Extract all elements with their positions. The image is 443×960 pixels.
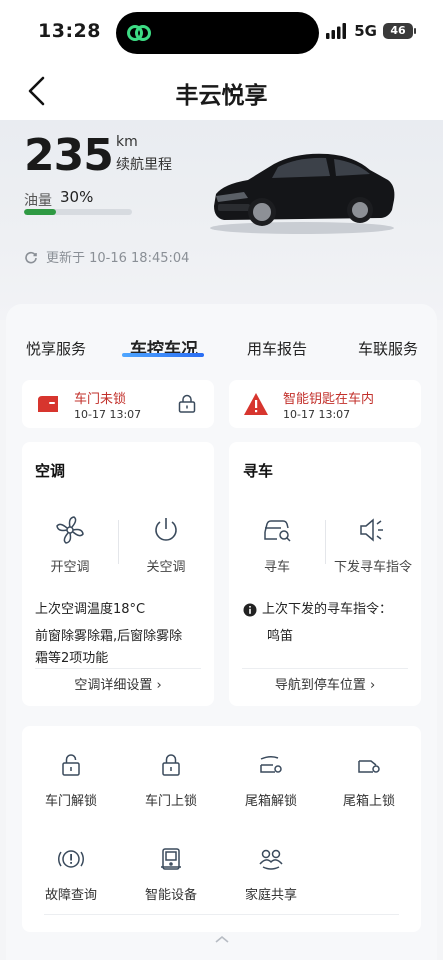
info-icon <box>243 603 257 617</box>
device-icon <box>161 848 181 870</box>
fuel-value: 30% <box>60 188 94 206</box>
door-alert-title: 车门未锁 <box>74 392 127 407</box>
send-find-command-label: 下发寻车指令 <box>333 560 412 575</box>
trunk-lock-label: 尾箱上锁 <box>342 794 395 809</box>
key-alert-title: 智能钥匙在车内 <box>283 392 375 407</box>
divider <box>325 520 326 564</box>
update-row[interactable]: 更新于 10-16 18:45:04 <box>24 247 189 266</box>
warning-icon <box>244 393 268 415</box>
car-door-icon <box>38 396 58 412</box>
fuel-bar-fill <box>24 209 57 215</box>
lock-icon <box>162 754 180 776</box>
navigate-parking-link[interactable]: 导航到停车位置 › <box>229 674 421 693</box>
ac-card: 空调 开空调 关空调 上次空调温度18°C 前窗除雾除霜,后窗除雾除 霜等2项功… <box>22 442 214 706</box>
range-label: 续航里程 <box>116 157 172 173</box>
divider <box>118 520 119 564</box>
link-icon <box>127 25 151 41</box>
smart-device-button[interactable]: 智能设备 <box>126 846 216 903</box>
send-find-command-button[interactable]: 下发寻车指令 <box>333 514 413 575</box>
refresh-icon[interactable] <box>24 250 38 264</box>
trunk-lock-button[interactable]: 尾箱上锁 <box>324 752 414 809</box>
ac-on-label: 开空调 <box>50 560 90 575</box>
ac-on-button[interactable]: 开空调 <box>30 514 110 575</box>
network-type: 5G <box>354 22 377 40</box>
fuel-bar <box>24 209 132 215</box>
tab-bar: 悦享服务 车控车况 用车报告 车联服务 <box>0 328 443 364</box>
fault-query-label: 故障查询 <box>44 888 97 903</box>
tab-services[interactable]: 悦享服务 <box>26 338 86 359</box>
range-unit: km <box>116 134 138 150</box>
fan-icon <box>56 516 84 544</box>
door-alert-card[interactable]: 车门未锁 10-17 13:07 <box>22 380 214 428</box>
unlock-icon <box>62 754 80 776</box>
speaker-icon <box>360 518 383 542</box>
trunk-unlock-icon <box>260 755 282 773</box>
status-time: 13:28 <box>38 20 101 42</box>
ac-desc-line2: 霜等2项功能 <box>35 651 109 666</box>
ac-card-title: 空调 <box>35 462 66 480</box>
chevron-up-icon[interactable] <box>214 934 230 944</box>
dynamic-island <box>116 12 319 54</box>
key-alert-card[interactable]: 智能钥匙在车内 10-17 13:07 <box>229 380 421 428</box>
status-indicators: 5G 46 <box>326 22 416 40</box>
find-car-icon <box>264 520 291 542</box>
divider <box>44 914 399 915</box>
lock-action-icon[interactable] <box>177 394 197 414</box>
find-car-label: 寻车 <box>263 560 290 575</box>
divider <box>242 668 408 669</box>
battery-icon: 46 <box>383 23 416 39</box>
tab-connected[interactable]: 车联服务 <box>358 338 418 359</box>
door-alert-time: 10-17 13:07 <box>74 408 142 421</box>
power-icon <box>155 518 177 541</box>
family-share-button[interactable]: 家庭共享 <box>226 846 316 903</box>
key-alert-time: 10-17 13:07 <box>283 408 351 421</box>
range-value: 235 <box>24 130 114 181</box>
tab-report[interactable]: 用车报告 <box>247 338 307 359</box>
smart-device-label: 智能设备 <box>144 888 197 903</box>
page-title: 丰云悦享 <box>175 83 268 109</box>
ac-last-temp: 上次空调温度18°C <box>35 602 146 617</box>
find-car-button[interactable]: 寻车 <box>237 514 317 575</box>
status-bar: 13:28 5G 46 <box>0 0 443 62</box>
trunk-lock-icon <box>358 760 380 773</box>
quick-actions-card: 车门解锁 车门上锁 尾箱解锁 尾箱上锁 故障查询 智能设备 家庭共享 <box>22 726 421 932</box>
tab-indicator <box>122 353 204 357</box>
fault-query-button[interactable]: 故障查询 <box>26 846 116 903</box>
family-share-label: 家庭共享 <box>244 888 297 903</box>
signal-icon <box>326 23 347 39</box>
family-icon <box>259 849 283 870</box>
fault-icon <box>58 850 84 868</box>
trunk-unlock-label: 尾箱解锁 <box>244 794 297 809</box>
ac-desc-line1: 前窗除雾除霜,后窗除雾除 <box>35 629 183 644</box>
ac-off-label: 关空调 <box>146 560 186 575</box>
trunk-unlock-button[interactable]: 尾箱解锁 <box>226 752 316 809</box>
nav-bar: 丰云悦享 <box>0 62 443 120</box>
door-unlock-label: 车门解锁 <box>44 794 97 809</box>
door-unlock-button[interactable]: 车门解锁 <box>26 752 116 809</box>
last-find-command-label: 上次下发的寻车指令： <box>262 602 393 617</box>
divider <box>35 668 201 669</box>
door-lock-label: 车门上锁 <box>144 794 197 809</box>
door-lock-button[interactable]: 车门上锁 <box>126 752 216 809</box>
last-find-command-value: 鸣笛 <box>267 629 294 644</box>
fuel-label: 油量 <box>24 193 52 209</box>
ac-detail-link[interactable]: 空调详细设置 › <box>22 674 214 693</box>
car-image <box>210 153 395 234</box>
find-car-card: 寻车 寻车 下发寻车指令 上次下发的寻车指令： 鸣笛 导航到停车位置 › <box>229 442 421 706</box>
find-card-title: 寻车 <box>243 462 274 480</box>
update-time: 更新于 10-16 18:45:04 <box>46 251 190 266</box>
ac-off-button[interactable]: 关空调 <box>126 514 206 575</box>
